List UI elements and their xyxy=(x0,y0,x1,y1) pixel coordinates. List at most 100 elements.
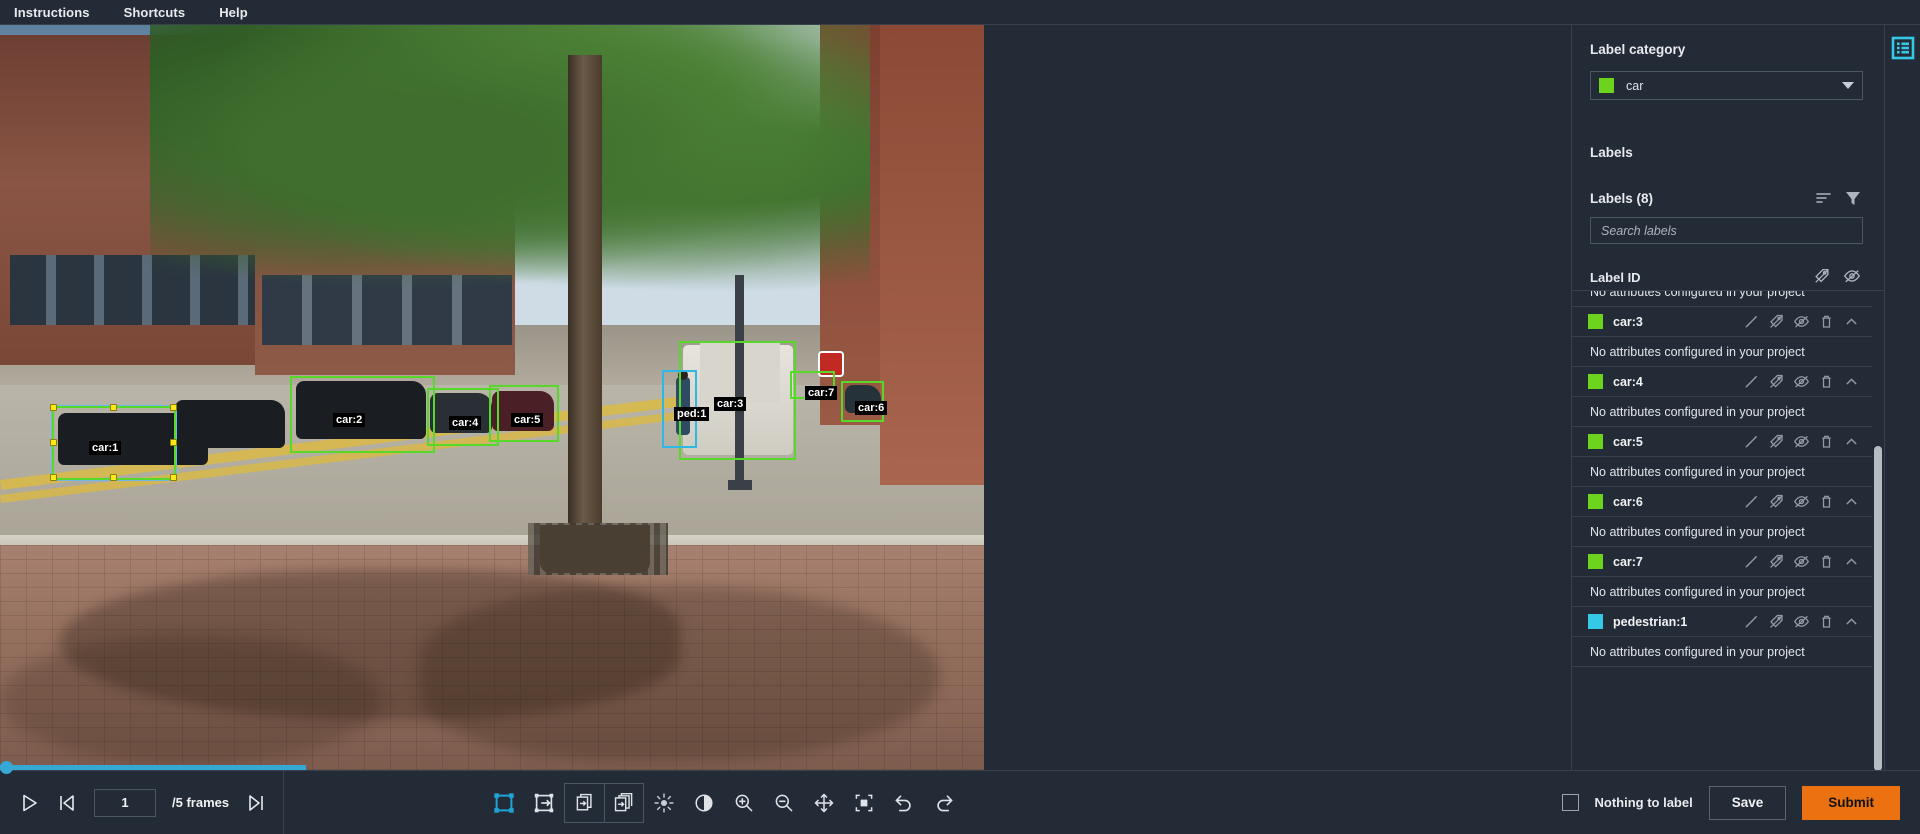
edit-icon[interactable] xyxy=(1743,553,1760,570)
tag-off-icon[interactable] xyxy=(1768,313,1785,330)
labels-list-scroll-region[interactable]: No attributes configured in your project… xyxy=(1572,290,1885,770)
resize-handle[interactable] xyxy=(170,474,177,481)
menu-help[interactable]: Help xyxy=(219,5,248,20)
next-frame-icon[interactable] xyxy=(245,792,267,814)
bounding-box-car-7[interactable]: car:7 xyxy=(790,371,838,400)
sort-icon[interactable] xyxy=(1813,188,1833,208)
menu-shortcuts[interactable]: Shortcuts xyxy=(124,5,186,20)
search-labels-box[interactable] xyxy=(1590,217,1863,244)
annotation-tools xyxy=(484,782,964,823)
eye-off-icon[interactable] xyxy=(1843,267,1863,287)
resize-handle[interactable] xyxy=(170,404,177,411)
delete-icon[interactable] xyxy=(1818,433,1835,450)
frame-controls: /5 frames xyxy=(0,770,285,834)
label-category-select[interactable]: car xyxy=(1590,71,1863,100)
copy-to-all-frames-tool[interactable] xyxy=(604,782,645,823)
scene-tree-trunk xyxy=(568,55,602,565)
bounding-box-tag: car:4 xyxy=(449,416,482,430)
tag-off-icon[interactable] xyxy=(1768,553,1785,570)
bounding-box-car-1[interactable]: car:1 xyxy=(50,404,177,481)
eye-off-icon[interactable] xyxy=(1793,553,1810,570)
eye-off-icon[interactable] xyxy=(1793,613,1810,630)
chevron-up-icon[interactable] xyxy=(1843,493,1860,510)
bounding-box-car-2[interactable]: car:2 xyxy=(290,376,435,453)
redo-tool[interactable] xyxy=(924,783,964,823)
tag-off-icon[interactable] xyxy=(1813,267,1833,287)
previous-frame-icon[interactable] xyxy=(56,792,78,814)
tag-off-icon[interactable] xyxy=(1768,433,1785,450)
eye-off-icon[interactable] xyxy=(1793,433,1810,450)
copy-to-next-frame-tool[interactable] xyxy=(564,782,605,823)
chevron-up-icon[interactable] xyxy=(1843,373,1860,390)
labels-list-scrollbar[interactable] xyxy=(1874,446,1882,770)
resize-handle[interactable] xyxy=(170,439,177,446)
chevron-up-icon[interactable] xyxy=(1843,313,1860,330)
nothing-to-label-checkbox[interactable] xyxy=(1561,794,1579,811)
delete-icon[interactable] xyxy=(1818,613,1835,630)
edit-icon[interactable] xyxy=(1743,373,1760,390)
label-row-car-3[interactable]: car:3 xyxy=(1572,307,1872,337)
delete-icon[interactable] xyxy=(1818,553,1835,570)
edit-icon[interactable] xyxy=(1743,433,1760,450)
search-labels-input[interactable] xyxy=(1591,218,1862,243)
zoom-out-tool[interactable] xyxy=(764,783,804,823)
eye-off-icon[interactable] xyxy=(1793,313,1810,330)
chevron-down-icon[interactable] xyxy=(1842,82,1854,89)
resize-handle[interactable] xyxy=(110,474,117,481)
frame-scrubber[interactable] xyxy=(0,761,1920,774)
move-bounding-box-tool[interactable] xyxy=(524,783,564,823)
save-button[interactable]: Save xyxy=(1708,785,1787,820)
label-row-car-6[interactable]: car:6 xyxy=(1572,487,1872,517)
contrast-tool[interactable] xyxy=(684,783,724,823)
street-scene-image[interactable]: car:1 car:2 car:3 car:4 car:5 car:6 car:7 ped:1 xyxy=(0,25,984,770)
label-attributes-note: No attributes configured in your project xyxy=(1572,457,1872,487)
delete-icon[interactable] xyxy=(1818,493,1835,510)
filter-icon[interactable] xyxy=(1843,188,1863,208)
resize-handle[interactable] xyxy=(110,404,117,411)
eye-off-icon[interactable] xyxy=(1793,493,1810,510)
annotation-app: Instructions Shortcuts Help car:1 car:2 … xyxy=(0,0,1920,834)
bottom-toolbar: /5 frames xyxy=(0,761,1920,834)
label-id-text: car:5 xyxy=(1613,434,1643,449)
bounding-box-car-5[interactable]: car:5 xyxy=(489,385,559,442)
label-row-car-7[interactable]: car:7 xyxy=(1572,547,1872,577)
play-icon[interactable] xyxy=(18,792,40,814)
frame-scrubber-handle[interactable] xyxy=(0,761,13,774)
fit-to-screen-tool[interactable] xyxy=(844,783,884,823)
menu-instructions[interactable]: Instructions xyxy=(14,5,90,20)
undo-tool[interactable] xyxy=(884,783,924,823)
bounding-box-ped-1[interactable]: ped:1 xyxy=(662,370,710,448)
edit-icon[interactable] xyxy=(1743,313,1760,330)
label-row-car-4[interactable]: car:4 xyxy=(1572,367,1872,397)
label-list-toggle-icon[interactable] xyxy=(1891,36,1915,60)
pan-tool[interactable] xyxy=(804,783,844,823)
submit-controls: Nothing to label Save Submit xyxy=(1561,785,1920,820)
delete-icon[interactable] xyxy=(1818,373,1835,390)
label-row-car-5[interactable]: car:5 xyxy=(1572,427,1872,457)
bounding-box-car-6[interactable]: car:6 xyxy=(841,381,888,422)
edit-icon[interactable] xyxy=(1743,613,1760,630)
eye-off-icon[interactable] xyxy=(1793,373,1810,390)
tag-off-icon[interactable] xyxy=(1768,493,1785,510)
resize-handle[interactable] xyxy=(50,404,57,411)
submit-button[interactable]: Submit xyxy=(1802,785,1900,820)
resize-handle[interactable] xyxy=(50,439,57,446)
label-id-text: pedestrian:1 xyxy=(1613,614,1688,629)
resize-handle[interactable] xyxy=(50,474,57,481)
frame-scrubber-track[interactable] xyxy=(0,765,306,770)
tag-off-icon[interactable] xyxy=(1768,613,1785,630)
chevron-up-icon[interactable] xyxy=(1843,433,1860,450)
edit-icon[interactable] xyxy=(1743,493,1760,510)
chevron-up-icon[interactable] xyxy=(1843,613,1860,630)
draw-bounding-box-tool[interactable] xyxy=(484,783,524,823)
tag-off-icon[interactable] xyxy=(1768,373,1785,390)
label-attributes-note: No attributes configured in your project xyxy=(1572,291,1872,307)
chevron-up-icon[interactable] xyxy=(1843,553,1860,570)
label-row-pedestrian-1[interactable]: pedestrian:1 xyxy=(1572,607,1872,637)
zoom-in-tool[interactable] xyxy=(724,783,764,823)
bounding-box-tag: car:1 xyxy=(89,441,122,455)
delete-icon[interactable] xyxy=(1818,313,1835,330)
frame-number-input[interactable] xyxy=(94,788,156,817)
brightness-tool[interactable] xyxy=(644,783,684,823)
image-canvas-area[interactable]: car:1 car:2 car:3 car:4 car:5 car:6 car:7 ped:1 xyxy=(0,25,1571,770)
